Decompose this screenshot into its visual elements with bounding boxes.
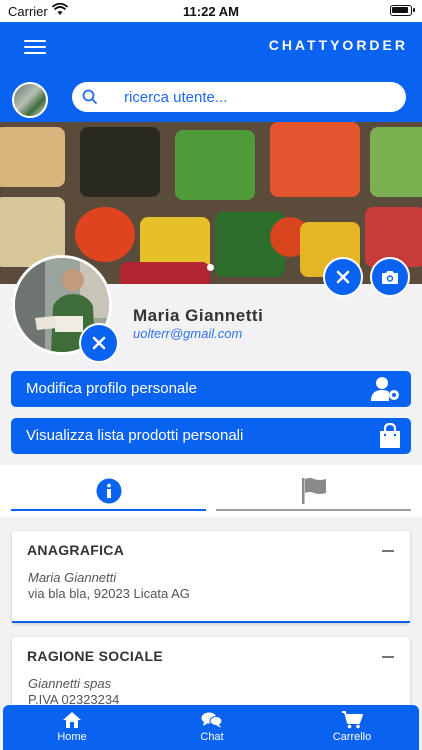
card-divider — [12, 621, 410, 623]
camera-icon — [382, 270, 398, 284]
flag-icon — [302, 478, 326, 504]
brand-logo: CHATTYORDER — [268, 37, 408, 53]
clock: 11:22 AM — [183, 4, 239, 19]
card-line: Giannetti spas — [28, 676, 112, 691]
chat-icon — [201, 712, 223, 728]
search-input[interactable] — [124, 82, 394, 112]
collapse-icon[interactable] — [382, 550, 394, 552]
bottom-nav: Home Chat Carrello — [3, 705, 419, 750]
search-bar — [72, 82, 406, 112]
tab-info[interactable] — [11, 465, 206, 517]
card-title: RAGIONE SOCIALE — [27, 648, 163, 664]
nav-home-label: Home — [57, 731, 87, 743]
top-bar: CHATTYORDER — [0, 22, 422, 122]
card-title: ANAGRAFICA — [27, 542, 125, 558]
tab-flag[interactable] — [216, 465, 411, 517]
nav-chat[interactable]: Chat — [167, 711, 257, 743]
nav-cart[interactable]: Carrello — [307, 711, 397, 743]
change-cover-button[interactable] — [370, 257, 410, 297]
battery-icon — [390, 5, 415, 16]
user-settings-icon — [371, 377, 399, 401]
status-bar: Carrier 11:22 AM — [0, 0, 422, 22]
card-anagrafica: ANAGRAFICA Maria Giannetti via bla bla, … — [12, 531, 410, 623]
card-line: via bla bla, 92023 Licata AG — [28, 586, 190, 601]
cart-icon — [342, 711, 363, 729]
carousel-dot[interactable] — [207, 264, 214, 271]
remove-cover-button[interactable] — [323, 257, 363, 297]
card-line: Maria Giannetti — [28, 570, 117, 585]
edit-profile-button[interactable]: Modifica profilo personale — [11, 371, 411, 407]
profile-email[interactable]: uolterr@gmail.com — [133, 326, 242, 341]
view-products-label: Visualizza lista prodotti personali — [26, 427, 244, 444]
collapse-icon[interactable] — [382, 656, 394, 658]
nav-chat-label: Chat — [200, 731, 224, 743]
nav-home[interactable]: Home — [27, 711, 117, 743]
view-products-button[interactable]: Visualizza lista prodotti personali — [11, 418, 411, 454]
menu-icon[interactable] — [24, 40, 46, 54]
user-avatar[interactable] — [12, 82, 48, 118]
edit-profile-label: Modifica profilo personale — [26, 380, 197, 397]
close-icon — [92, 336, 106, 350]
profile-tabs — [0, 465, 422, 517]
search-icon — [82, 89, 98, 105]
info-icon — [96, 478, 122, 504]
profile-name: Maria Giannetti — [133, 306, 264, 325]
close-icon — [336, 270, 350, 284]
remove-photo-button[interactable] — [79, 323, 119, 363]
nav-cart-label: Carrello — [332, 731, 372, 743]
shopping-bag-icon — [380, 423, 400, 448]
home-icon — [63, 712, 81, 728]
